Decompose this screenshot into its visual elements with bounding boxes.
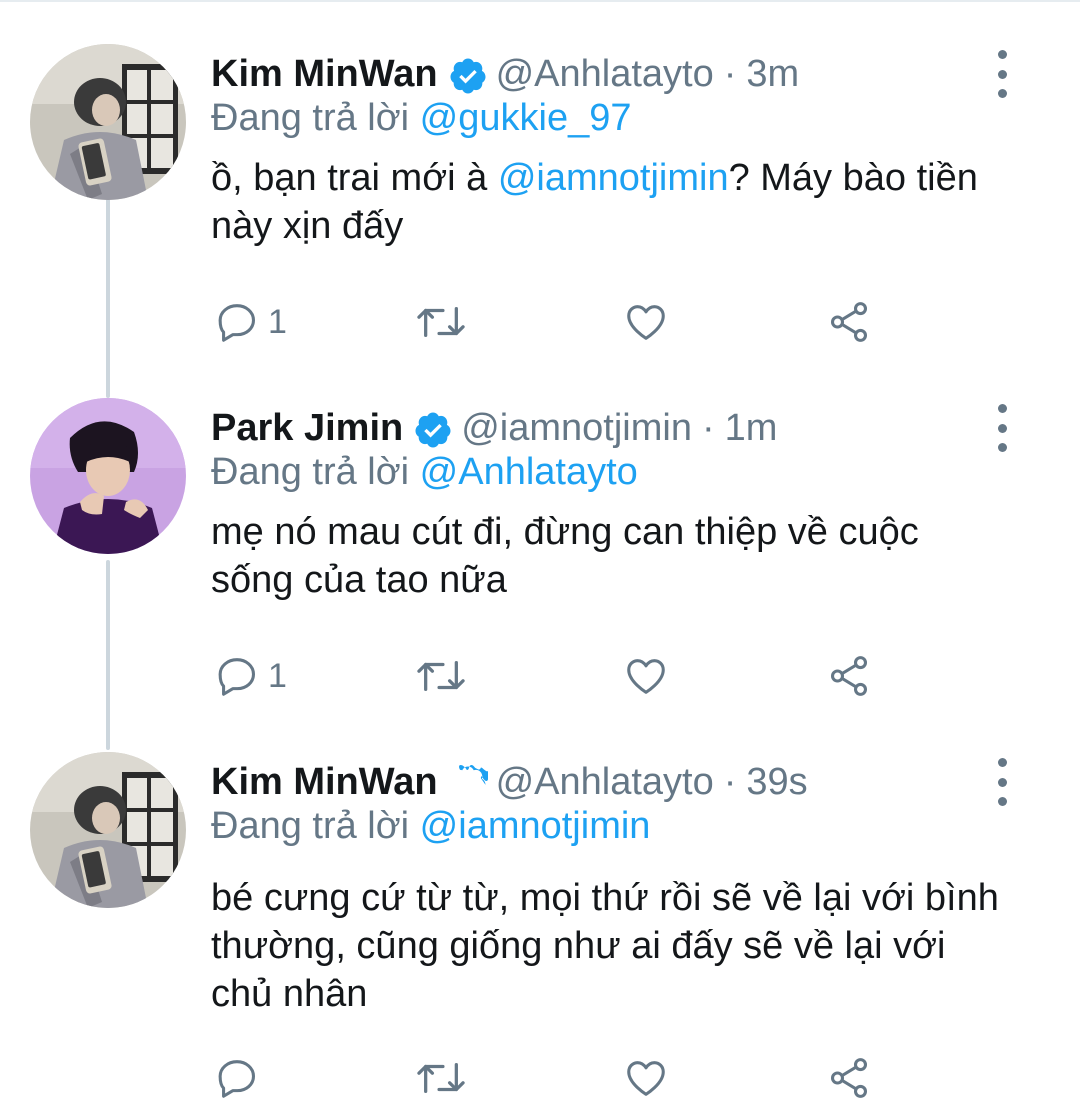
tweet-text: ồ, bạn trai mới à @iamnotjimin? Máy bào … xyxy=(211,154,1031,250)
more-vertical-icon[interactable] xyxy=(984,404,1020,452)
reply-button[interactable] xyxy=(214,1050,268,1106)
share-icon xyxy=(824,299,874,345)
reply-button[interactable]: 1 xyxy=(214,648,287,704)
heart-icon xyxy=(622,299,670,345)
like-button[interactable] xyxy=(622,648,670,704)
replying-prefix: Đang trả lời xyxy=(211,805,410,847)
retweet-icon xyxy=(414,653,468,699)
reply-bubble-icon xyxy=(214,1055,260,1101)
tweet-timestamp[interactable]: 39s xyxy=(746,752,807,812)
replying-to: Đang trả lời @Anhlatayto xyxy=(211,448,638,496)
retweet-button[interactable] xyxy=(414,648,468,704)
retweet-button[interactable] xyxy=(414,294,468,350)
tweet-actions: 1 xyxy=(0,648,1080,704)
replying-to: Đang trả lời @iamnotjimin xyxy=(211,802,650,850)
reply-count: 1 xyxy=(268,302,287,341)
verified-badge-icon xyxy=(448,54,488,94)
verified-badge-icon xyxy=(413,408,453,448)
verified-badge-icon xyxy=(448,762,492,802)
tweet-text: bé cưng cứ từ từ, mọi thứ rồi sẽ về lại … xyxy=(211,877,999,1015)
retweet-button[interactable] xyxy=(414,1050,468,1106)
mention-link[interactable]: @iamnotjimin xyxy=(498,157,729,199)
share-button[interactable] xyxy=(824,1050,874,1106)
share-button[interactable] xyxy=(824,294,874,350)
tweet[interactable]: Kim MinWan @Anhlatayto · 3m Đang trả lời… xyxy=(0,44,1080,374)
tweet[interactable]: Park Jimin @iamnotjimin · 1m Đang trả lờ… xyxy=(0,398,1080,728)
reply-count: 1 xyxy=(268,656,287,695)
reply-button[interactable]: 1 xyxy=(214,294,287,350)
like-button[interactable] xyxy=(622,294,670,350)
avatar-kim-minwan[interactable] xyxy=(30,44,186,200)
top-divider xyxy=(0,0,1080,2)
reply-bubble-icon xyxy=(214,299,260,345)
replying-to: Đang trả lời @gukkie_97 xyxy=(211,94,632,142)
replying-prefix: Đang trả lời xyxy=(211,97,410,139)
avatar-park-jimin[interactable] xyxy=(30,398,186,554)
tweet-text: mẹ nó mau cút đi, đừng can thiệp về cuộc… xyxy=(211,511,919,601)
replying-to-handle[interactable]: @iamnotjimin xyxy=(420,805,651,847)
share-button[interactable] xyxy=(824,648,874,704)
tweet-actions: 1 xyxy=(0,294,1080,350)
heart-icon xyxy=(622,653,670,699)
tweet-timestamp[interactable]: 3m xyxy=(746,44,799,104)
more-vertical-icon[interactable] xyxy=(984,50,1020,98)
more-vertical-icon[interactable] xyxy=(984,758,1020,806)
share-icon xyxy=(824,1055,874,1101)
reply-bubble-icon xyxy=(214,653,260,699)
heart-icon xyxy=(622,1055,670,1101)
replying-to-handle[interactable]: @gukkie_97 xyxy=(420,97,632,139)
tweet-timestamp[interactable]: 1m xyxy=(725,398,778,458)
tweet-text-part: ồ, bạn trai mới à xyxy=(211,157,498,199)
separator-dot: · xyxy=(701,407,715,449)
separator-dot: · xyxy=(723,53,737,95)
share-icon xyxy=(824,653,874,699)
like-button[interactable] xyxy=(622,1050,670,1106)
separator-dot: · xyxy=(723,761,737,803)
replying-prefix: Đang trả lời xyxy=(211,451,410,493)
replying-to-handle[interactable]: @Anhlatayto xyxy=(420,451,638,493)
avatar-kim-minwan[interactable] xyxy=(30,752,186,908)
retweet-icon xyxy=(414,1055,468,1101)
tweet-actions xyxy=(0,1050,1080,1106)
tweet[interactable]: Kim MinWan @Anhlatayto · 39s Đang trả lờ… xyxy=(0,752,1080,1107)
retweet-icon xyxy=(414,299,468,345)
